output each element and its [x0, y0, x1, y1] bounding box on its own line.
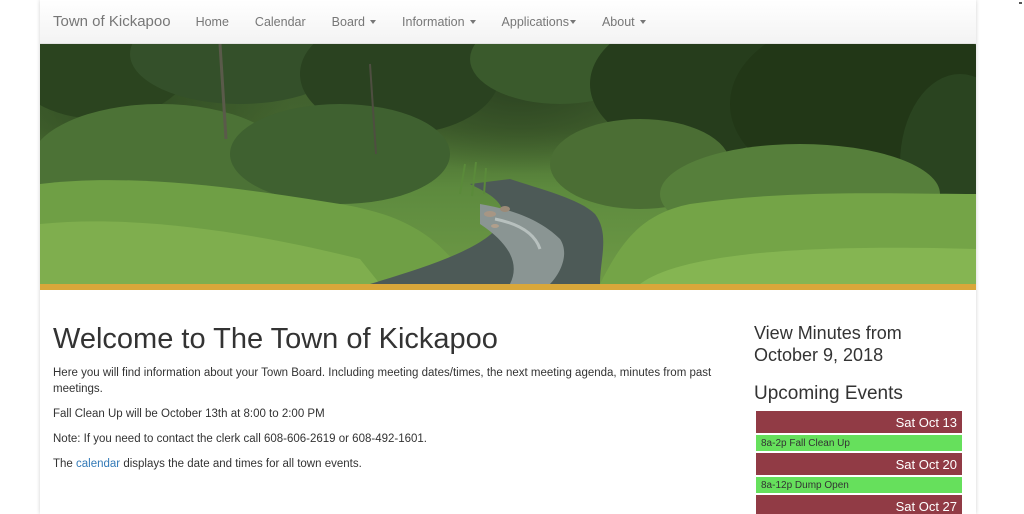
nav-calendar[interactable]: Calendar [242, 15, 319, 29]
caret-down-icon [569, 19, 576, 24]
event-item[interactable]: 8a-2p Fall Clean Up [756, 435, 962, 453]
banner-accent-bar [40, 284, 976, 290]
brand-link[interactable]: Town of Kickapoo [53, 13, 171, 30]
nav-about-label: About [601, 14, 635, 29]
creek-scene-illustration [40, 44, 976, 284]
nav-calendar-label: Calendar [254, 14, 306, 29]
calendar-paragraph: The calendar displays the date and times… [53, 456, 733, 472]
nav-applications-label: Applications [501, 14, 569, 29]
intro-paragraph: Here you will find information about you… [53, 367, 712, 395]
page-title: Welcome to The Town of Kickapoo [53, 323, 498, 355]
hero-banner-image [40, 44, 976, 284]
page-container: Town of Kickapoo Home Calendar Board Inf… [40, 0, 976, 514]
caret-down-icon [370, 19, 377, 24]
caret-down-icon [639, 19, 646, 24]
main-content: Welcome to The Town of Kickapoo Here you… [53, 322, 733, 481]
nav-home-label: Home [195, 14, 229, 29]
nav-applications-dropdown[interactable]: Applications [489, 15, 589, 29]
cleanup-notice: Fall Clean Up will be October 13th at 8:… [53, 408, 325, 420]
nav-home[interactable]: Home [183, 15, 242, 29]
event-date-header: Sat Oct 20 [756, 453, 962, 477]
sidebar: View Minutes from October 9, 2018 Upcomi… [754, 322, 964, 514]
upcoming-events-heading: Upcoming Events [754, 383, 903, 404]
caret-down-icon [469, 19, 476, 24]
nav-information-label: Information [402, 14, 465, 29]
calendar-suffix-text: displays the date and times for all town… [120, 458, 362, 470]
nav-information-dropdown[interactable]: Information [389, 15, 489, 29]
top-navbar: Town of Kickapoo Home Calendar Board Inf… [40, 0, 976, 44]
clerk-contact-note: Note: If you need to contact the clerk c… [53, 433, 427, 445]
nav-board-label: Board [331, 14, 366, 29]
event-item[interactable]: 8a-12p Dump Open [756, 477, 962, 495]
nav-board-dropdown[interactable]: Board [319, 15, 389, 29]
view-minutes-link[interactable]: View Minutes from October 9, 2018 [754, 322, 964, 366]
nav-about-dropdown[interactable]: About [589, 15, 659, 29]
event-date-header: Sat Oct 13 [756, 411, 962, 435]
calendar-link[interactable]: calendar [76, 458, 120, 470]
calendar-prefix-text: The [53, 458, 77, 470]
window-corner-mark [1019, 2, 1022, 4]
event-date-header: Sat Oct 27 [756, 495, 962, 514]
